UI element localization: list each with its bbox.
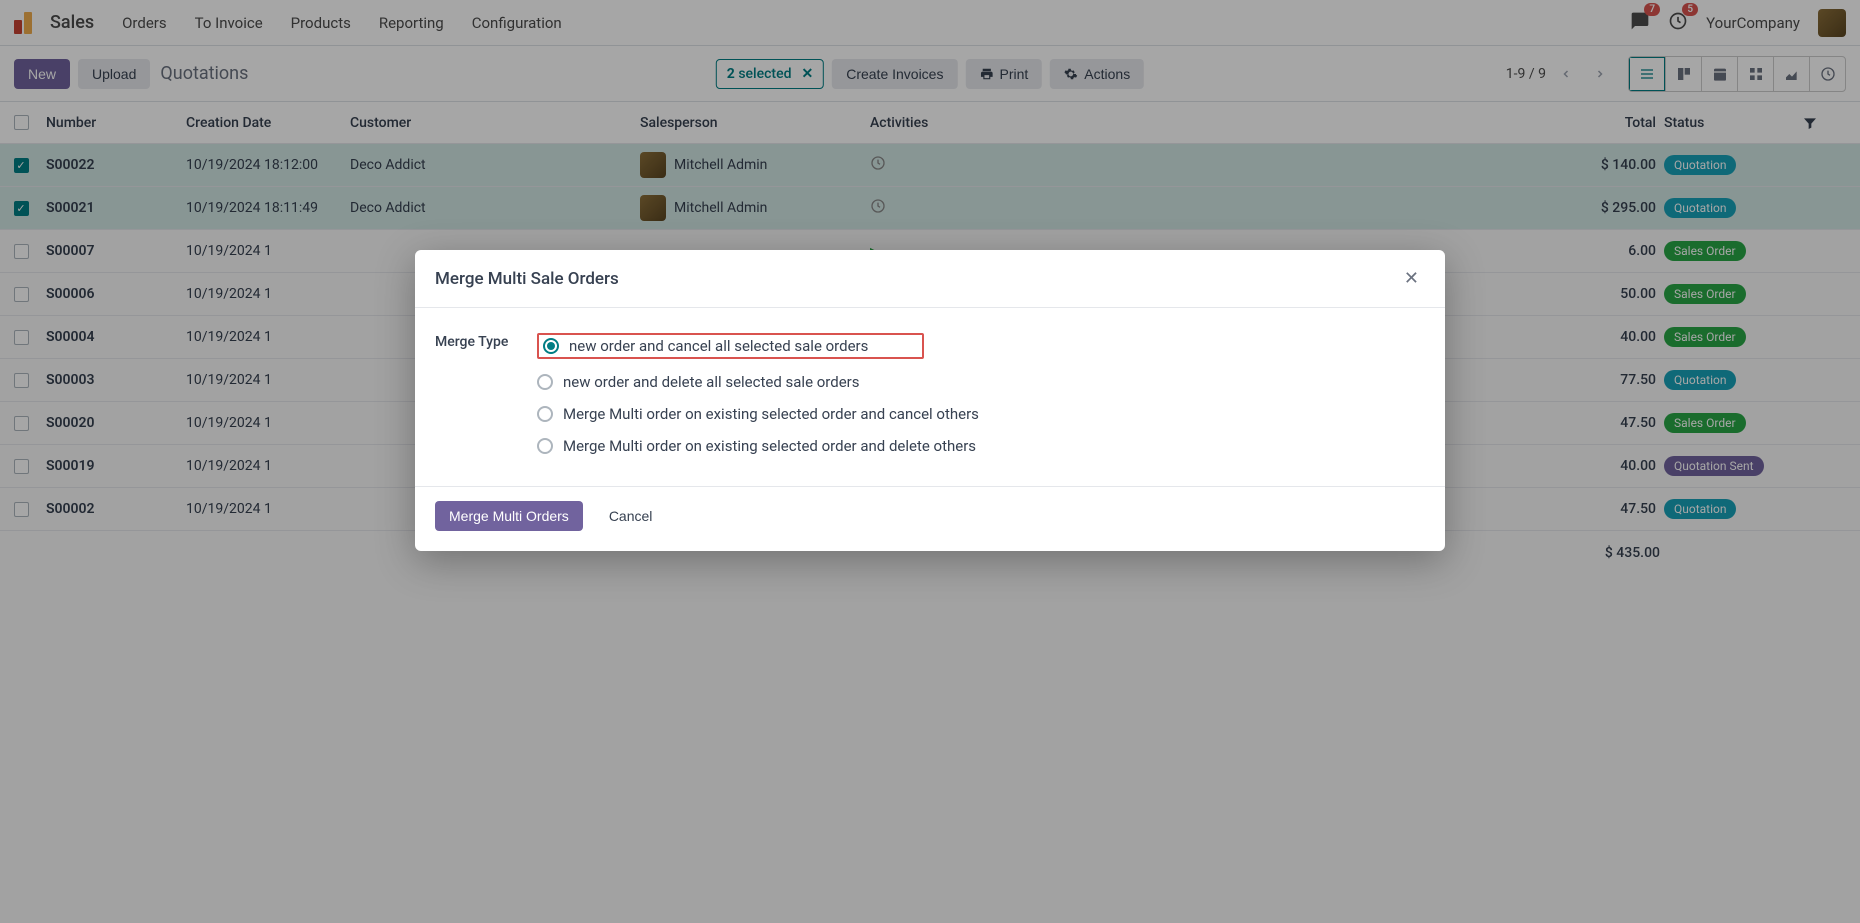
merge-type-option[interactable]: new order and cancel all selected sale o…	[537, 330, 979, 362]
merge-type-option[interactable]: Merge Multi order on existing selected o…	[537, 434, 979, 458]
radio-icon	[543, 338, 559, 354]
radio-label: new order and cancel all selected sale o…	[569, 337, 868, 355]
cancel-button[interactable]: Cancel	[595, 501, 667, 531]
merge-type-label: Merge Type	[435, 330, 519, 350]
radio-label: Merge Multi order on existing selected o…	[563, 437, 976, 455]
merge-type-option[interactable]: new order and delete all selected sale o…	[537, 370, 979, 394]
merge-modal: Merge Multi Sale Orders ✕ Merge Type new…	[415, 250, 1445, 551]
radio-icon	[537, 438, 553, 454]
merge-multi-orders-button[interactable]: Merge Multi Orders	[435, 501, 583, 531]
radio-label: Merge Multi order on existing selected o…	[563, 405, 979, 423]
modal-title: Merge Multi Sale Orders	[435, 269, 619, 289]
merge-type-option[interactable]: Merge Multi order on existing selected o…	[537, 402, 979, 426]
merge-type-radio-group: new order and cancel all selected sale o…	[537, 330, 979, 458]
radio-icon	[537, 406, 553, 422]
radio-icon	[537, 374, 553, 390]
modal-close-icon[interactable]: ✕	[1398, 266, 1425, 291]
radio-label: new order and delete all selected sale o…	[563, 373, 860, 391]
